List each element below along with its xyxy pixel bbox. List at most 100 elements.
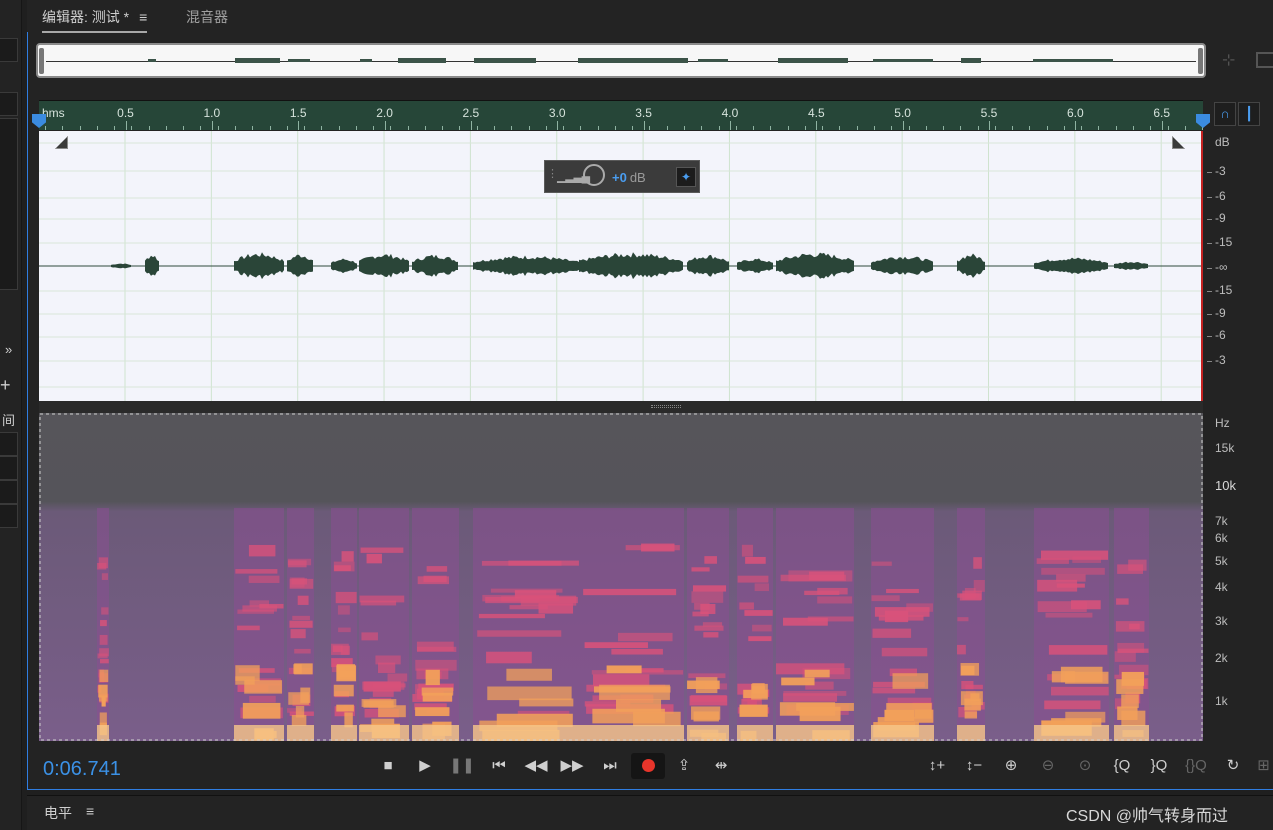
- ruler-label: 6.5: [1153, 106, 1171, 120]
- tab-menu-icon[interactable]: ≡: [139, 9, 147, 25]
- ruler-minor-tick: [1012, 126, 1014, 130]
- ruler-minor-tick: [1046, 126, 1048, 130]
- ruler-minor-tick: [925, 126, 927, 130]
- zoom-selection-button[interactable]: ⊙: [1071, 753, 1099, 779]
- play-button[interactable]: ▶: [410, 753, 440, 779]
- ruler-minor-tick: [96, 126, 98, 130]
- ruler-minor-tick: [563, 126, 565, 130]
- zoom-in-left-button[interactable]: {Q: [1108, 753, 1136, 779]
- hz-label: 3k: [1215, 614, 1228, 628]
- zoom-extra-button[interactable]: ⊞: [1254, 753, 1273, 779]
- db-label: -9: [1215, 211, 1226, 225]
- left-panel-label: 间: [2, 413, 16, 428]
- add-icon[interactable]: +: [0, 375, 11, 396]
- go-to-end-button[interactable]: ⏭: [595, 753, 625, 779]
- ruler-label: 4.0: [721, 106, 739, 120]
- ruler-major-tick: [643, 121, 645, 130]
- fast-forward-button[interactable]: ▶▶: [557, 753, 587, 779]
- hz-label: 1k: [1215, 694, 1228, 708]
- ruler-minor-tick: [321, 126, 323, 130]
- expand-panel-icon[interactable]: »: [5, 342, 12, 357]
- ruler-major-tick: [470, 121, 472, 130]
- left-panel-row[interactable]: [0, 480, 18, 504]
- go-to-start-button[interactable]: ⏮: [484, 753, 514, 779]
- tab-editor-label: 编辑器: 测试 *: [42, 9, 130, 25]
- pause-button[interactable]: ❚❚: [447, 753, 477, 779]
- ruler-major-tick: [298, 121, 300, 130]
- overview-right-handle[interactable]: [1198, 48, 1203, 74]
- zoom-out-amplitude-button[interactable]: ↕−: [960, 753, 988, 779]
- ruler-minor-tick: [994, 126, 996, 130]
- rewind-button[interactable]: ◀◀: [521, 753, 551, 779]
- ruler-major-tick: [1075, 121, 1077, 130]
- record-button[interactable]: [631, 753, 665, 779]
- panel-menu-icon[interactable]: [1256, 52, 1273, 68]
- ruler-minor-tick: [304, 126, 306, 130]
- ruler-minor-tick: [822, 126, 824, 130]
- db-tick: [1207, 336, 1212, 337]
- ruler-minor-tick: [960, 126, 962, 130]
- ruler-minor-tick: [390, 126, 392, 130]
- time-ruler[interactable]: hms 0.5 1.0 1.5 2.0 2.5 3.0 3.5 4.0 4.5 5.0 5.5 6.0…: [39, 100, 1204, 130]
- ruler-minor-tick: [666, 126, 668, 130]
- left-panel-list[interactable]: [0, 118, 18, 290]
- db-label: -15: [1215, 283, 1233, 297]
- ruler-minor-tick: [234, 126, 236, 130]
- db-label: -9: [1215, 306, 1226, 320]
- pin-hud-icon[interactable]: ✦: [676, 167, 696, 187]
- ruler-label: 1.0: [203, 106, 221, 120]
- ruler-minor-tick: [131, 126, 133, 130]
- ruler-label: 2.5: [462, 106, 480, 120]
- hud-gain-value[interactable]: +0 dB: [612, 170, 646, 185]
- zoom-out-time-button[interactable]: ⊖: [1034, 753, 1062, 779]
- zoom-in-right-button[interactable]: }Q: [1145, 753, 1173, 779]
- skip-selection-button[interactable]: ⇹: [706, 753, 736, 779]
- db-tick: [1207, 219, 1212, 220]
- amplitude-hud[interactable]: ⋮ ▁▂▃▄ +0 dB ✦: [544, 160, 700, 193]
- gain-knob-icon[interactable]: [583, 164, 605, 186]
- levels-panel-title[interactable]: 电平: [44, 803, 72, 823]
- headphones-icon[interactable]: ∩: [1214, 102, 1236, 126]
- db-tick: [1207, 268, 1212, 269]
- waveform-spectrogram-divider[interactable]: [39, 401, 1203, 413]
- db-scale: dB -3 -6 -9 -15 -∞ -15 -9 -6 -3: [1205, 131, 1273, 401]
- ruler-major-tick: [989, 121, 990, 130]
- hz-label: 7k: [1215, 514, 1228, 528]
- current-time-display[interactable]: 0:06.741: [43, 758, 121, 781]
- zoom-out-full-button[interactable]: {}Q: [1182, 753, 1210, 779]
- tab-editor[interactable]: 编辑器: 测试 * ≡: [42, 7, 148, 33]
- zoom-navigator-icon[interactable]: ⊹: [1222, 50, 1242, 70]
- tab-mixer[interactable]: 混音器: [186, 7, 228, 27]
- ruler-minor-tick: [735, 126, 737, 130]
- zoom-in-time-button[interactable]: ⊕: [997, 753, 1025, 779]
- stop-button[interactable]: ■: [373, 753, 403, 779]
- ruler-minor-tick: [908, 126, 910, 130]
- ruler-minor-tick: [1098, 126, 1100, 130]
- ruler-major-tick: [125, 121, 127, 130]
- left-panel-field[interactable]: [0, 38, 18, 62]
- ruler-minor-tick: [269, 126, 271, 130]
- zoom-reset-button[interactable]: ↻: [1219, 753, 1247, 779]
- marker-pin-icon[interactable]: ┃: [1238, 102, 1260, 126]
- ruler-minor-tick: [217, 126, 219, 130]
- hz-label: 6k: [1215, 531, 1228, 545]
- left-panel-row[interactable]: [0, 456, 18, 480]
- left-panel-row[interactable]: [0, 504, 18, 528]
- ruler-minor-tick: [873, 126, 875, 130]
- db-label: -15: [1215, 235, 1233, 249]
- ruler-major-tick: [557, 121, 559, 130]
- ruler-minor-tick: [770, 126, 772, 130]
- levels-panel-menu-icon[interactable]: ≡: [86, 803, 94, 819]
- left-panel-row[interactable]: [0, 432, 18, 456]
- loop-playback-button[interactable]: ⇪: [669, 753, 699, 779]
- record-icon: [641, 759, 655, 772]
- ruler-minor-tick: [891, 126, 893, 130]
- spectral-frequency-display[interactable]: [39, 413, 1203, 744]
- ruler-label: 0.5: [117, 106, 134, 120]
- db-label: -∞: [1215, 260, 1228, 274]
- left-panel-field[interactable]: [0, 92, 18, 116]
- ruler-minor-tick: [424, 126, 426, 130]
- overview-navigator[interactable]: [36, 43, 1206, 78]
- ruler-minor-tick: [338, 126, 340, 130]
- zoom-in-amplitude-button[interactable]: ↕+: [923, 753, 951, 779]
